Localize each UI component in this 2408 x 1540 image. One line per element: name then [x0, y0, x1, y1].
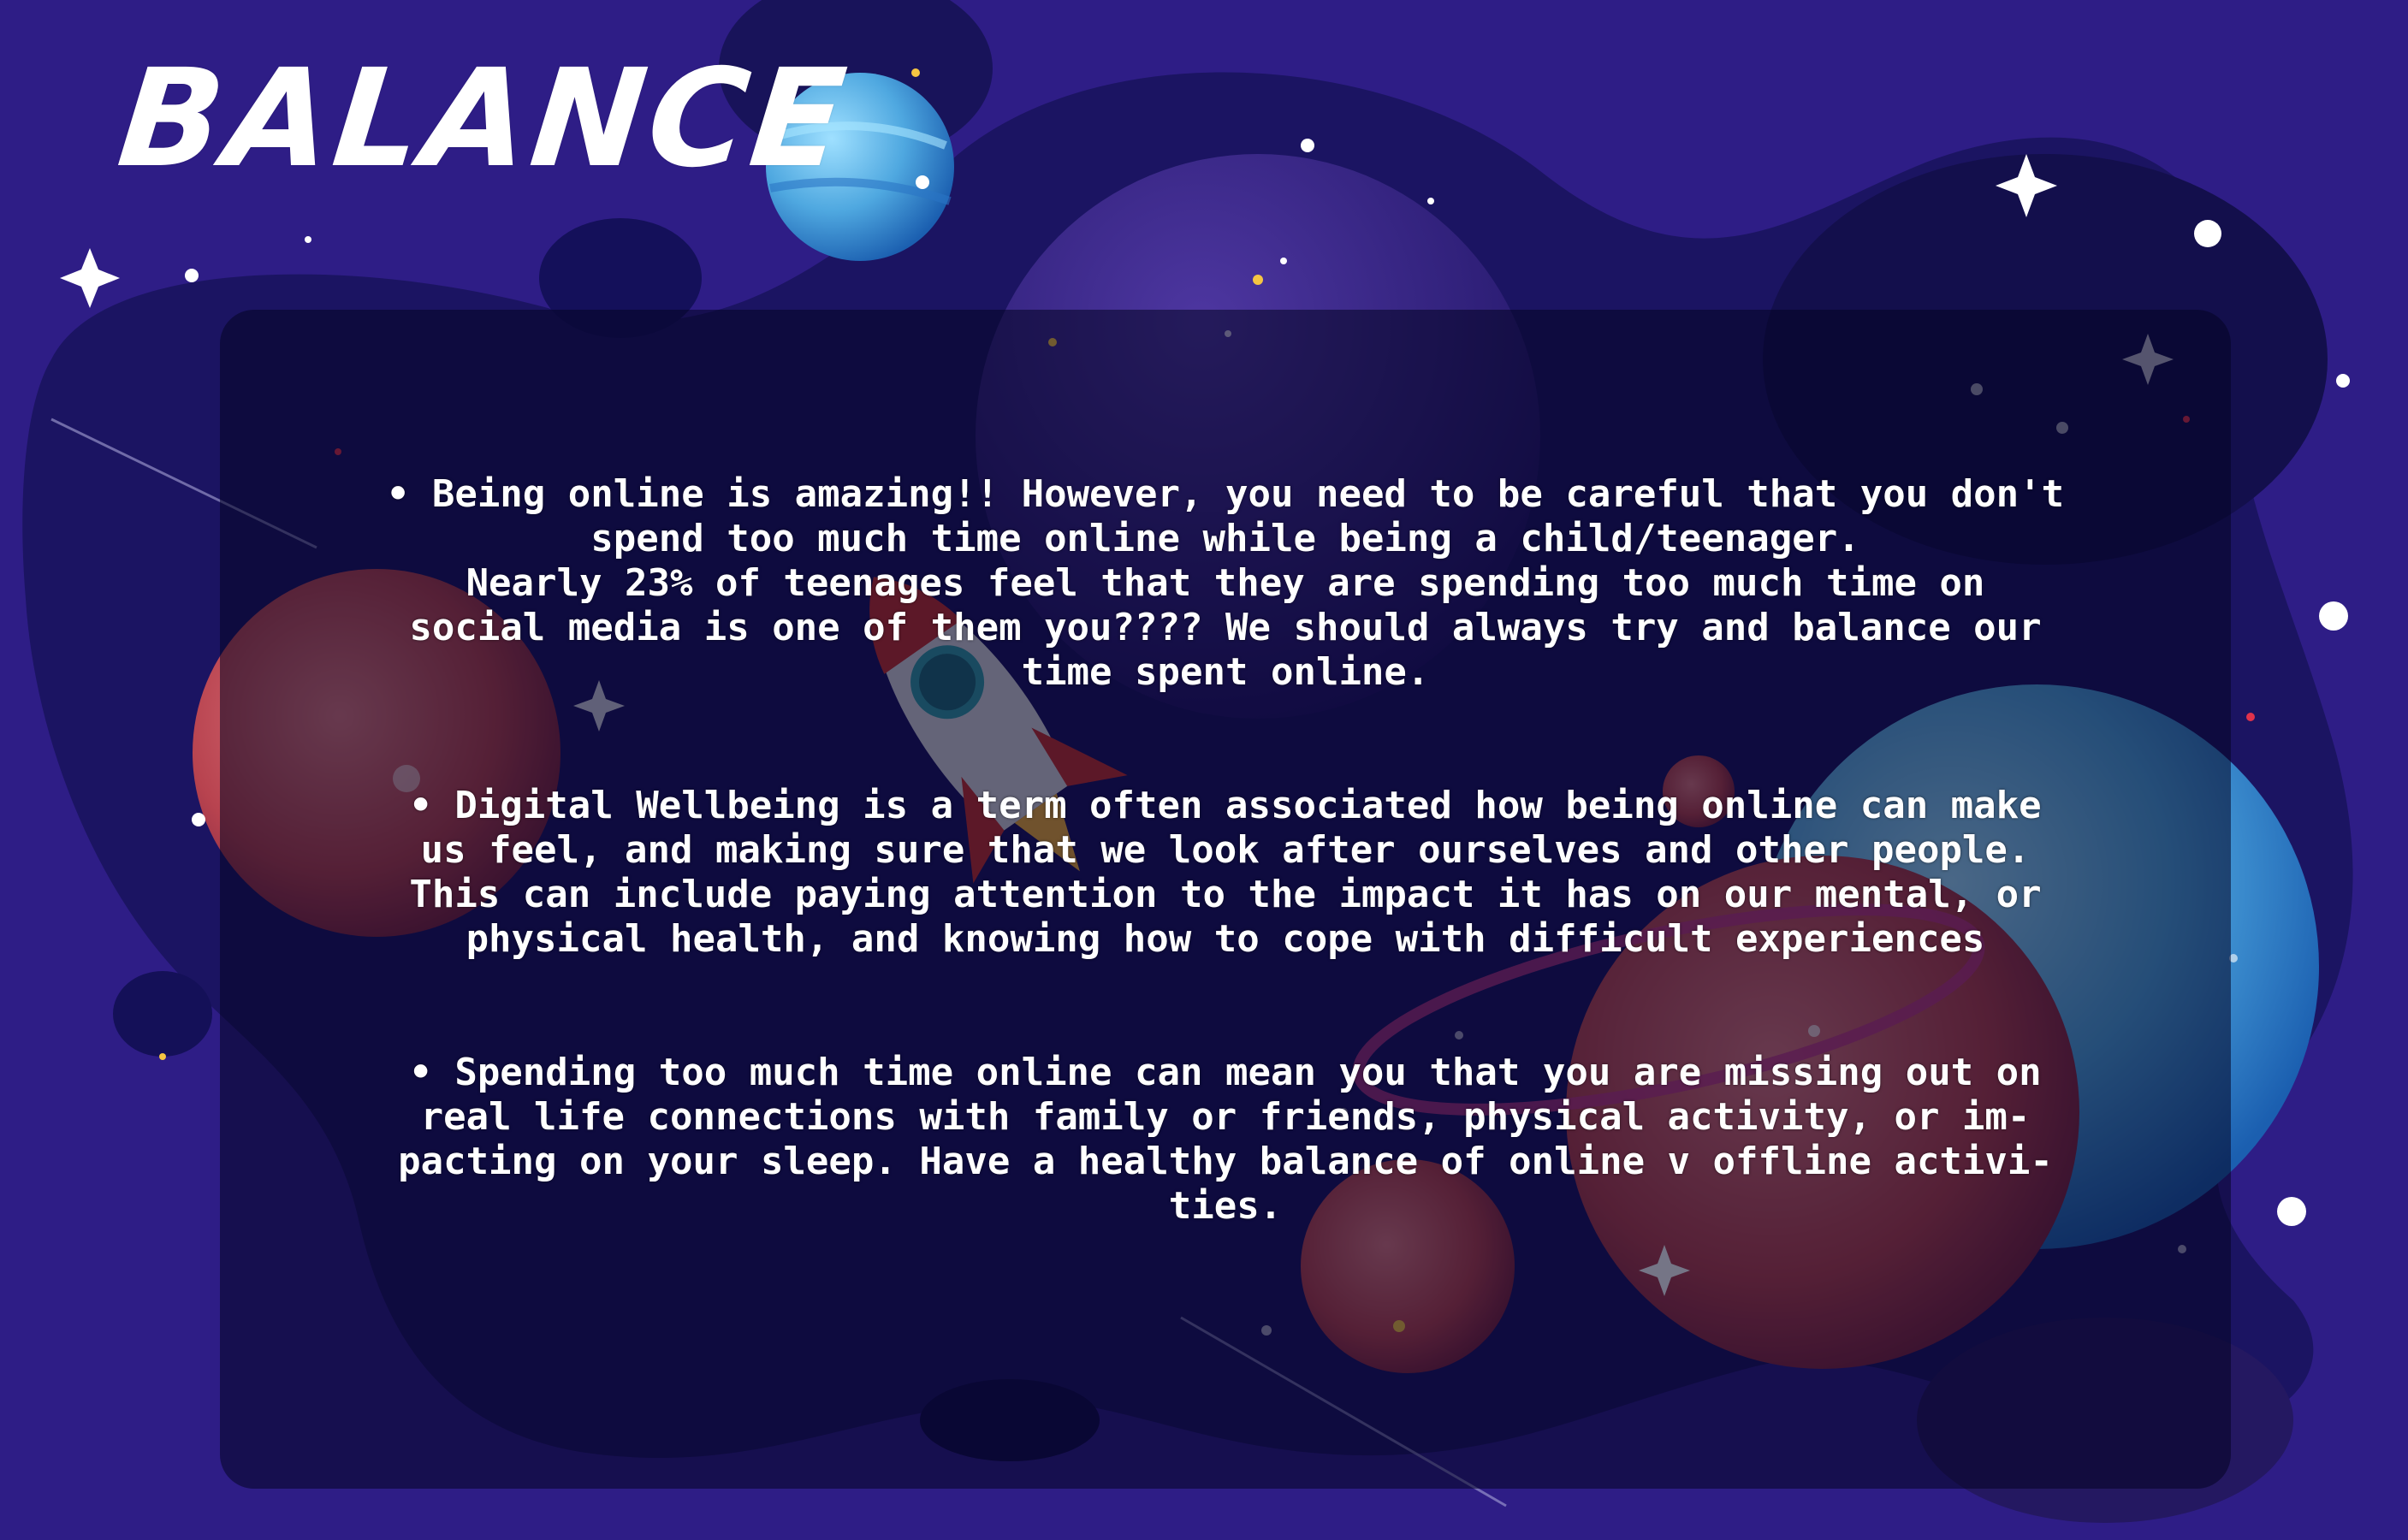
page-title: BALANCE — [111, 40, 856, 198]
poster: BALANCE • Being online is amazing!! Howe… — [0, 0, 2408, 1540]
paragraph-online-time: • Being online is amazing!! However, you… — [386, 472, 2065, 694]
paragraph-digital-wellbeing: • Digital Wellbeing is a term often asso… — [409, 784, 2042, 961]
paragraph-offline-balance: • Spending too much time online can mean… — [398, 1051, 2053, 1228]
content-text: • Being online is amazing!! However, you… — [220, 472, 2231, 1229]
